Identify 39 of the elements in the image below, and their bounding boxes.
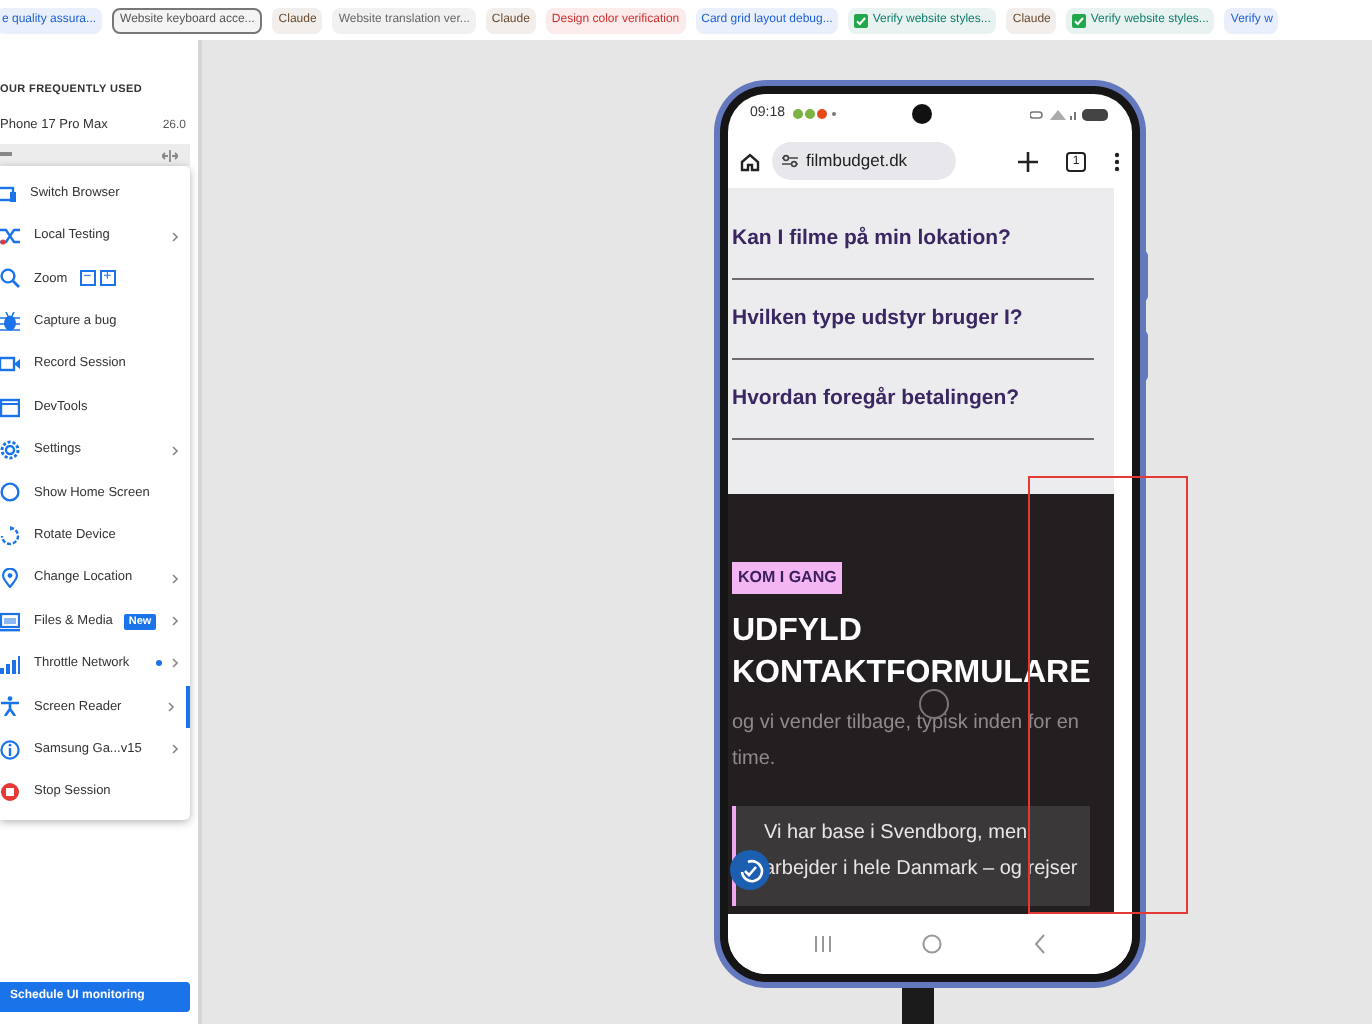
more-icon[interactable] bbox=[1114, 151, 1120, 171]
home-button-icon[interactable] bbox=[922, 934, 943, 954]
laptop-icon bbox=[0, 611, 20, 632]
checkbox-icon bbox=[1072, 13, 1087, 27]
zoom-icon bbox=[0, 268, 20, 289]
rotate-icon bbox=[0, 525, 20, 546]
status-icons bbox=[1030, 107, 1110, 121]
faq-question[interactable]: Kan I filme på min lokation? bbox=[732, 223, 1011, 255]
tune-icon[interactable] bbox=[782, 154, 798, 168]
home-icon[interactable] bbox=[740, 151, 760, 171]
heading-line: UDFYLD bbox=[732, 612, 864, 652]
url-text: filmbudget.dk bbox=[806, 148, 908, 174]
shuffle-icon bbox=[0, 226, 20, 247]
browser-icon bbox=[0, 183, 16, 204]
collapse-icon[interactable] bbox=[162, 149, 178, 161]
usb-cable bbox=[902, 988, 934, 1024]
minus-icon[interactable] bbox=[0, 152, 12, 158]
checkbox-icon bbox=[854, 13, 869, 27]
signal-bars-icon bbox=[0, 653, 20, 674]
settings-icon bbox=[0, 440, 20, 461]
info-icon bbox=[0, 739, 20, 760]
video-camera-icon bbox=[0, 354, 20, 375]
section-label: KOM I GANG bbox=[732, 562, 843, 594]
circle-icon bbox=[0, 482, 20, 503]
recents-icon[interactable] bbox=[813, 936, 832, 952]
quote-text-line: Vi har base i Svendborg, men bbox=[764, 820, 1030, 848]
plus-icon[interactable] bbox=[1018, 151, 1038, 171]
faq-question[interactable]: Hvilken type udstyr bruger I? bbox=[732, 303, 1023, 335]
back-icon[interactable] bbox=[1034, 934, 1047, 954]
notification-icons bbox=[791, 108, 840, 120]
address-bar[interactable]: filmbudget.dk bbox=[772, 142, 956, 180]
location-pin-icon bbox=[0, 568, 20, 589]
body-text: og vi vender tilbage, typisk inden for en time. bbox=[732, 710, 1081, 774]
camera-hole bbox=[912, 104, 932, 124]
faq-question[interactable]: Hvordan foregår betalingen? bbox=[732, 383, 1020, 415]
window-icon bbox=[0, 397, 20, 418]
accessibility-icon[interactable] bbox=[730, 850, 770, 890]
bug-icon bbox=[0, 311, 20, 332]
person-icon bbox=[0, 696, 20, 717]
